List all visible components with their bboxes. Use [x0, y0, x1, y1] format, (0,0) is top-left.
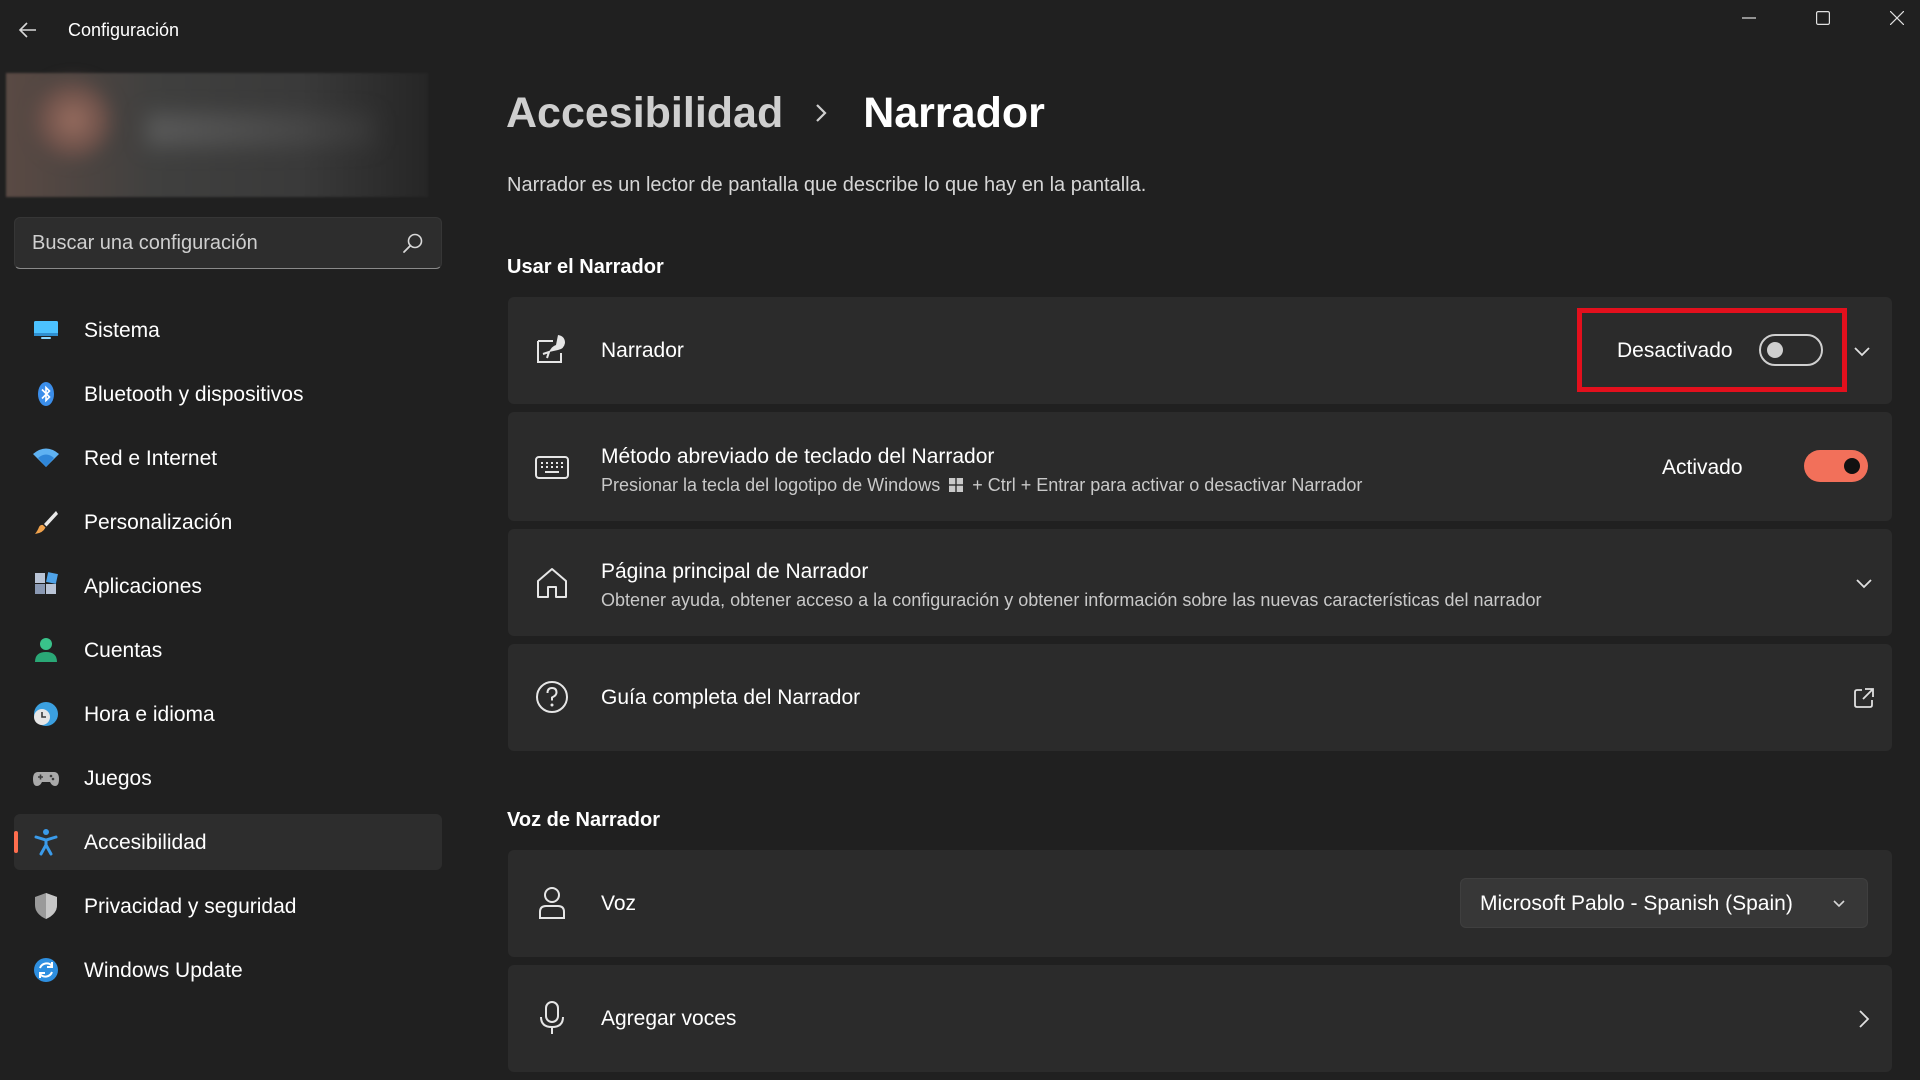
sidebar-item-label: Privacidad y seguridad — [84, 895, 297, 918]
back-button[interactable] — [10, 12, 46, 48]
sidebar-item-label: Accesibilidad — [84, 831, 207, 854]
minimize-icon — [1741, 17, 1756, 19]
sidebar-item-label: Bluetooth y dispositivos — [84, 383, 304, 406]
chevron-down-icon[interactable] — [1852, 571, 1876, 595]
toggle-knob — [1844, 458, 1860, 474]
sidebar-item-label: Hora e idioma — [84, 703, 215, 726]
sidebar-item-sistema[interactable]: Sistema — [14, 302, 442, 358]
bluetooth-icon — [38, 382, 54, 406]
section-title-voz: Voz de Narrador — [507, 809, 660, 831]
narrator-icon — [537, 335, 565, 363]
narrator-guide-card[interactable]: Guía completa del Narrador — [508, 644, 1892, 751]
chevron-right-icon — [816, 104, 827, 122]
search-icon[interactable] — [401, 231, 425, 255]
user-profile-card[interactable] — [6, 73, 428, 197]
subtitle-text: + Ctrl + Entrar para activar o desactiva… — [972, 475, 1363, 495]
shield-icon — [35, 893, 57, 919]
accessibility-icon — [34, 829, 58, 856]
keyboard-shortcut-card: Método abreviado de teclado del Narrador… — [508, 412, 1892, 521]
sidebar-item-personalizacion[interactable]: Personalización — [14, 494, 442, 550]
shortcut-toggle[interactable] — [1804, 450, 1868, 482]
sidebar-item-accesibilidad[interactable]: Accesibilidad — [14, 814, 442, 870]
windows-logo-icon — [949, 478, 964, 492]
sidebar-item-label: Red e Internet — [84, 447, 218, 470]
wifi-icon — [33, 448, 59, 467]
close-button[interactable] — [1860, 0, 1920, 36]
sidebar-item-label: Aplicaciones — [84, 575, 202, 598]
sidebar-item-label: Sistema — [84, 319, 160, 342]
minimize-button[interactable] — [1712, 0, 1785, 36]
sidebar-item-label: Juegos — [84, 767, 152, 790]
brush-icon — [35, 511, 58, 534]
globe-clock-icon — [34, 702, 58, 726]
chevron-right-icon[interactable] — [1852, 1007, 1876, 1031]
search-input[interactable] — [15, 218, 385, 268]
person-outline-icon — [539, 887, 565, 919]
subtitle-text: Presionar la tecla del logotipo de Windo… — [601, 475, 941, 495]
card-title: Voz — [601, 892, 637, 915]
sidebar-item-label: Personalización — [84, 511, 233, 534]
maximize-button[interactable] — [1786, 0, 1859, 36]
sidebar-item-juegos[interactable]: Juegos — [14, 750, 442, 806]
card-title: Narrador — [601, 339, 684, 362]
sidebar-item-label: Windows Update — [84, 959, 243, 982]
sidebar-item-red[interactable]: Red e Internet — [14, 430, 442, 486]
sidebar-item-aplicaciones[interactable]: Aplicaciones — [14, 558, 442, 614]
card-title: Página principal de Narrador — [601, 560, 869, 583]
apps-icon — [35, 572, 58, 594]
sidebar-item-cuentas[interactable]: Cuentas — [14, 622, 442, 678]
search-box[interactable] — [14, 217, 442, 269]
person-icon — [35, 638, 57, 662]
card-title: Guía completa del Narrador — [601, 686, 861, 709]
card-subtitle: Obtener ayuda, obtener acceso a la confi… — [601, 590, 1542, 610]
close-icon — [1889, 11, 1904, 25]
update-icon — [34, 958, 58, 982]
gamepad-icon — [33, 772, 59, 786]
keyboard-icon — [535, 456, 569, 479]
card-title: Agregar voces — [601, 1007, 737, 1030]
chevron-down-icon — [1833, 900, 1845, 908]
page-description: Narrador es un lector de pantalla que de… — [507, 174, 1147, 196]
app-title: Configuración — [68, 20, 180, 40]
chevron-down-icon[interactable] — [1850, 339, 1874, 363]
sidebar-nav: Sistema Bluetooth y dispositivos Red e I… — [14, 302, 442, 1006]
voice-card: Voz Microsoft Pablo - Spanish (Spain) — [508, 850, 1892, 957]
monitor-icon — [34, 321, 58, 339]
highlight-box — [1577, 308, 1847, 392]
breadcrumb: Accesibilidad Narrador — [506, 85, 1045, 141]
avatar — [32, 79, 114, 161]
sidebar-item-bluetooth[interactable]: Bluetooth y dispositivos — [14, 366, 442, 422]
card-title: Método abreviado de teclado del Narrador — [601, 445, 995, 468]
help-icon — [536, 681, 568, 713]
sidebar-item-hora[interactable]: Hora e idioma — [14, 686, 442, 742]
add-voices-card[interactable]: Agregar voces — [508, 965, 1892, 1072]
card-subtitle: Presionar la tecla del logotipo de Windo… — [601, 475, 1362, 496]
shortcut-state-label: Activado — [1662, 456, 1743, 479]
voice-dropdown[interactable]: Microsoft Pablo - Spanish (Spain) — [1460, 878, 1868, 928]
back-arrow-icon — [18, 22, 36, 38]
voice-dropdown-value: Microsoft Pablo - Spanish (Spain) — [1480, 892, 1793, 915]
title-bar: Configuración — [0, 0, 1920, 62]
sidebar-item-privacidad[interactable]: Privacidad y seguridad — [14, 878, 442, 934]
microphone-icon — [540, 1001, 564, 1034]
narrator-home-card[interactable]: Página principal de Narrador Obtener ayu… — [508, 529, 1892, 636]
home-icon — [537, 568, 567, 598]
section-title-usar: Usar el Narrador — [507, 256, 664, 278]
profile-name-blurred — [146, 113, 376, 147]
page-title: Narrador — [863, 88, 1045, 137]
breadcrumb-parent[interactable]: Accesibilidad — [506, 89, 783, 138]
open-external-icon[interactable] — [1852, 686, 1876, 710]
maximize-icon — [1815, 11, 1830, 25]
sidebar-item-label: Cuentas — [84, 639, 163, 662]
sidebar-item-windows-update[interactable]: Windows Update — [14, 942, 442, 998]
